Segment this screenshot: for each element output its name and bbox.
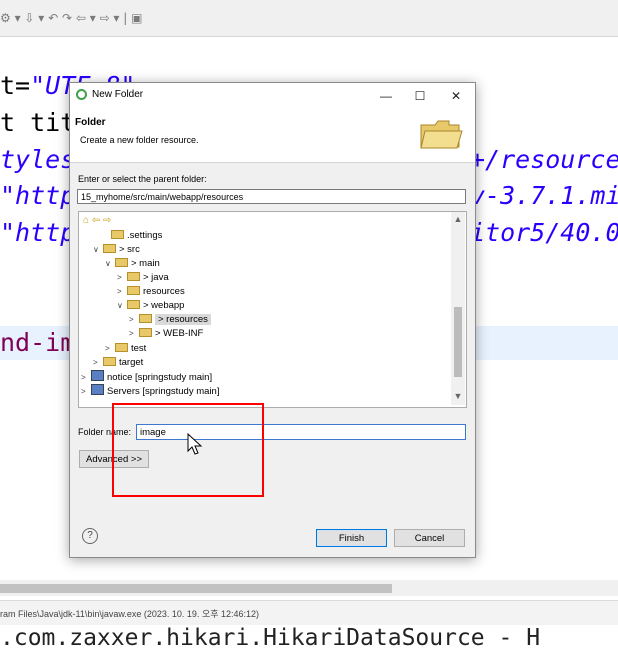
expand-toggle[interactable]: > [93, 356, 103, 370]
tree-item[interactable]: > notice [springstudy main] [81, 370, 212, 384]
tree-item[interactable]: .settings [101, 229, 162, 243]
expand-toggle[interactable]: > [129, 327, 139, 341]
project-icon [91, 384, 104, 395]
project-icon [91, 370, 104, 381]
code-line-6: nd-im [0, 327, 75, 359]
tree-vertical-scrollbar[interactable]: ▲ ▼ [451, 212, 465, 405]
scrollbar-thumb[interactable] [454, 307, 462, 377]
tree-item-label: test [131, 343, 147, 354]
tree-item[interactable]: > Servers [springstudy main] [81, 384, 219, 398]
folder-icon [103, 357, 116, 366]
expand-toggle[interactable]: > [81, 385, 91, 399]
folder-icon [127, 272, 140, 281]
tree-item-selected[interactable]: > > resources [129, 313, 211, 327]
editor-horizontal-scrollbar[interactable] [0, 580, 618, 596]
minimize-button[interactable]: — [372, 86, 400, 106]
folder-icon [127, 286, 140, 295]
expand-toggle[interactable]: > [117, 271, 127, 285]
package-folder-icon [115, 258, 128, 267]
package-folder-icon [127, 300, 140, 309]
expand-toggle[interactable]: > [129, 313, 139, 327]
folder-banner-icon [420, 120, 463, 149]
console-header: ram Files\Java\jdk-11\bin\javaw.exe (202… [0, 600, 618, 625]
folder-icon [139, 314, 152, 323]
tree-item-label: Servers [springstudy main] [107, 386, 220, 397]
expand-toggle[interactable]: ∨ [93, 243, 103, 257]
expand-toggle[interactable]: > [105, 342, 115, 356]
tree-item-label: > java [143, 272, 169, 283]
package-folder-icon [139, 328, 152, 337]
code-string-tail: +/resource [470, 145, 618, 174]
code-string: "http [0, 218, 76, 247]
close-button[interactable]: ✕ [442, 86, 470, 106]
eclipse-toolbar: ⚙ ▾ ⇩ ▾ ↶ ↷ ⇦ ▾ ⇨ ▾ | ▣ [0, 0, 618, 37]
code-string: tyles [0, 145, 76, 174]
tree-item-label: resources [143, 286, 185, 297]
tree-item-label: > resources [155, 314, 211, 325]
code-string-tail: v-3.7.1.mi [470, 181, 618, 210]
scroll-down-icon[interactable]: ▼ [451, 391, 465, 401]
parent-folder-label: Enter or select the parent folder: [78, 174, 207, 184]
tree-nav-icons[interactable]: ⌂ ⇦ ⇨ [83, 215, 111, 226]
expand-toggle[interactable]: > [81, 371, 91, 385]
cancel-button[interactable]: Cancel [394, 529, 465, 547]
finish-button[interactable]: Finish [316, 529, 387, 547]
tree-item[interactable]: > > WEB-INF [129, 327, 203, 341]
dialog-titlebar[interactable]: New Folder — ☐ ✕ [70, 83, 475, 109]
tree-item-label: .settings [127, 230, 163, 241]
header-description: Create a new folder resource. [80, 135, 199, 145]
console-output: .com.zaxxer.hikari.HikariDataSource - H [0, 625, 541, 651]
help-icon[interactable]: ? [82, 528, 98, 544]
expand-toggle[interactable]: > [117, 285, 127, 299]
code-line-2: t tit [0, 107, 75, 139]
expand-toggle[interactable]: ∨ [105, 257, 115, 271]
package-folder-icon [103, 244, 116, 253]
tree-item-label: > src [119, 244, 140, 255]
maximize-button[interactable]: ☐ [406, 86, 434, 106]
mouse-cursor-icon [187, 433, 203, 455]
dialog-footer: ? Finish Cancel [70, 508, 475, 557]
scrollbar-thumb[interactable] [0, 584, 392, 593]
tree-item-label: notice [springstudy main] [107, 372, 213, 383]
tree-item-label: > main [131, 258, 160, 269]
header-title: Folder [75, 117, 106, 128]
folder-icon [111, 230, 124, 239]
tree-item-label: > WEB-INF [155, 328, 204, 339]
code-string: "http [0, 181, 76, 210]
folder-icon [115, 343, 128, 352]
dialog-header: Folder Create a new folder resource. [70, 109, 475, 163]
tree-item[interactable]: ∨ > main [105, 257, 160, 271]
tree-item[interactable]: > test [105, 342, 146, 356]
tree-item-label: target [119, 357, 144, 368]
tree-item-label: > webapp [143, 300, 185, 311]
scroll-up-icon[interactable]: ▲ [451, 214, 465, 224]
code-line-3: tyles +/resource [0, 144, 618, 176]
tree-item[interactable]: ∨ > webapp [117, 299, 184, 313]
parent-folder-input[interactable]: 15_myhome/src/main/webapp/resources [77, 189, 466, 204]
code-text: t tit [0, 108, 76, 137]
expand-toggle[interactable]: ∨ [117, 299, 127, 313]
code-string-tail: itor5/40.0 [470, 218, 618, 247]
tree-item[interactable]: > target [93, 356, 143, 370]
code-line-4: "http v-3.7.1.mi [0, 180, 618, 212]
code-line-5: "http itor5/40.0 [0, 217, 618, 249]
dialog-title: New Folder [92, 89, 144, 100]
code-text: t= [0, 71, 31, 100]
eclipse-icon [76, 89, 87, 100]
folder-tree[interactable]: ⌂ ⇦ ⇨ .settings ∨ > src ∨ > main > > java >… [78, 211, 467, 408]
tree-item[interactable]: > > java [117, 271, 169, 285]
tree-item[interactable]: > resources [117, 285, 185, 299]
console-process-path: ram Files\Java\jdk-11\bin\javaw.exe (202… [0, 609, 260, 619]
code-text: nd-im [0, 328, 76, 357]
tree-item[interactable]: ∨ > src [93, 243, 140, 257]
toolbar-icons[interactable]: ⚙ ▾ ⇩ ▾ ↶ ↷ ⇦ ▾ ⇨ ▾ | ▣ [0, 11, 142, 25]
